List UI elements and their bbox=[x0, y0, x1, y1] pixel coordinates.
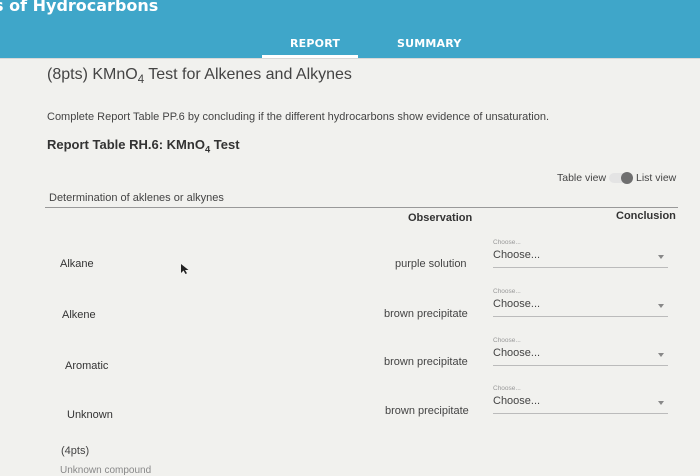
table-row: Aromatic brown precipitate Choose... Cho… bbox=[0, 336, 700, 386]
question-title: (8pts) KMnO4 Test for Alkenes and Alkyne… bbox=[47, 66, 352, 86]
select-underline bbox=[493, 413, 668, 414]
row-observation: purple solution bbox=[395, 258, 467, 270]
view-toggle-switch[interactable] bbox=[609, 172, 633, 184]
row-observation: brown precipitate bbox=[385, 405, 469, 417]
table-row: Alkane purple solution Choose... Choose.… bbox=[0, 236, 700, 286]
table-row: Unknown brown precipitate Choose... Choo… bbox=[0, 384, 700, 434]
table-view-label[interactable]: Table view bbox=[557, 172, 606, 184]
select-value: Choose... bbox=[493, 298, 541, 310]
row-label: Alkane bbox=[60, 258, 94, 270]
select-underline bbox=[493, 316, 668, 317]
mouse-cursor-icon bbox=[180, 262, 190, 280]
select-underline bbox=[493, 267, 668, 268]
row-observation: brown precipitate bbox=[384, 356, 468, 368]
select-value: Choose... bbox=[493, 395, 541, 407]
select-hint: Choose... bbox=[493, 239, 521, 246]
table-title-prefix: Report Table RH.6: KMnO bbox=[47, 137, 205, 152]
tab-summary[interactable]: SUMMARY bbox=[397, 37, 462, 50]
dropdown-arrow-icon bbox=[658, 353, 664, 357]
tab-bar: REPORT SUMMARY bbox=[0, 30, 700, 58]
question-title-suffix: Test for Alkenes and Alkynes bbox=[144, 66, 352, 83]
question-title-prefix: (8pts) KMnO bbox=[47, 66, 138, 83]
select-hint: Choose... bbox=[493, 385, 521, 392]
dropdown-arrow-icon bbox=[658, 401, 664, 405]
select-underline bbox=[493, 365, 668, 366]
toggle-knob-icon bbox=[621, 172, 633, 184]
app-title: s of Hydrocarbons bbox=[0, 0, 159, 15]
list-view-label[interactable]: List view bbox=[636, 172, 676, 184]
report-table-title: Report Table RH.6: KMnO4 Test bbox=[47, 137, 240, 155]
dropdown-arrow-icon bbox=[658, 304, 664, 308]
dropdown-arrow-icon bbox=[658, 255, 664, 259]
select-hint: Choose... bbox=[493, 288, 521, 295]
app-header: s of Hydrocarbons REPORT SUMMARY bbox=[0, 0, 700, 58]
row-label: Alkene bbox=[62, 309, 96, 321]
select-value: Choose... bbox=[493, 249, 541, 261]
tab-report[interactable]: REPORT bbox=[290, 37, 340, 50]
determination-divider bbox=[45, 207, 678, 208]
row-label: Aromatic bbox=[65, 360, 109, 372]
question-instruction: Complete Report Table PP.6 by concluding… bbox=[47, 111, 550, 123]
next-section-points: (4pts) bbox=[61, 445, 90, 457]
header-divider bbox=[0, 58, 700, 59]
table-title-suffix: Test bbox=[210, 137, 240, 152]
column-header-observation: Observation bbox=[408, 212, 473, 224]
select-value: Choose... bbox=[493, 347, 541, 359]
table-row: Alkene brown precipitate Choose... Choos… bbox=[0, 286, 700, 336]
row-label: Unknown bbox=[67, 409, 113, 421]
row-observation: brown precipitate bbox=[384, 308, 468, 320]
select-hint: Choose... bbox=[493, 337, 521, 344]
column-header-conclusion: Conclusion bbox=[616, 210, 676, 222]
determination-label: Determination of aklenes or alkynes bbox=[49, 192, 224, 204]
next-section-cutoff-text: Unknown compound bbox=[60, 465, 152, 476]
